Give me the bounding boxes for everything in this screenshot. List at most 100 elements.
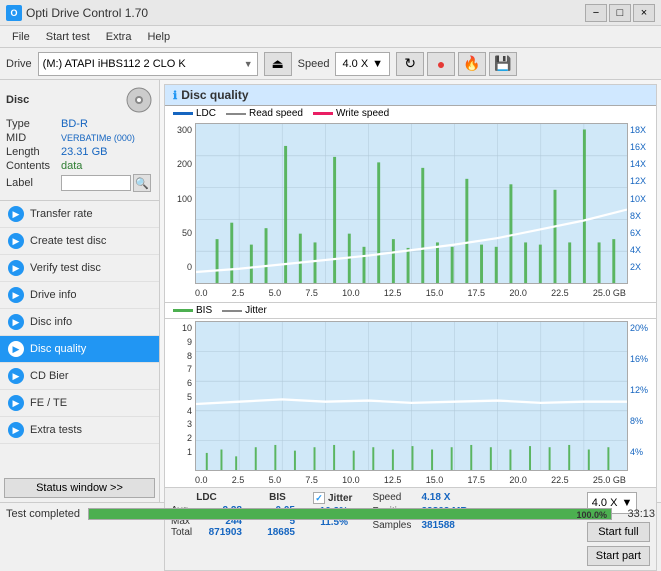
top-y-axis-right: 18X 16X 14X 12X 10X 8X 6X 4X 2X: [628, 123, 656, 284]
read-speed-color: [226, 113, 246, 115]
top-y-axis-left: 300 200 100 50 0: [165, 123, 195, 284]
disc-icon-button[interactable]: ●: [427, 52, 455, 76]
menu-file[interactable]: File: [4, 29, 38, 45]
app-icon: O: [6, 5, 22, 21]
bottom-y-axis-right: 20% 16% 12% 8% 4%: [628, 321, 656, 471]
samples-value: 381588: [421, 520, 454, 531]
progress-text: 100.0%: [576, 509, 607, 521]
minimize-button[interactable]: −: [585, 4, 607, 22]
sidebar-item-transfer-rate[interactable]: ▶ Transfer rate: [0, 201, 159, 228]
sidebar-item-label: Verify test disc: [30, 262, 101, 274]
titlebar-controls: − □ ×: [585, 4, 655, 22]
type-label: Type: [6, 118, 61, 130]
speed-stat-label: Speed: [372, 492, 417, 503]
length-label: Length: [6, 146, 61, 158]
drive-label: Drive: [6, 58, 32, 70]
drivebar-icons: ↻ ● 🔥 💾: [396, 52, 517, 76]
create-test-disc-icon: ▶: [8, 233, 24, 249]
time-text: 33:13: [620, 508, 655, 520]
ldc-header: LDC: [171, 492, 242, 503]
menubar: File Start test Extra Help: [0, 26, 661, 48]
top-x-axis: 0.0 2.5 5.0 7.5 10.0 12.5 15.0 17.5 20.0…: [165, 286, 656, 300]
sidebar-item-fe-te[interactable]: ▶ FE / TE: [0, 390, 159, 417]
action-buttons: 4.0 X ▼ Start full Start part: [587, 492, 650, 566]
ldc-total: 871903: [207, 527, 242, 538]
bottom-chart-area: [195, 321, 628, 471]
bis-header: BIS: [260, 492, 295, 503]
sidebar-item-label: CD Bier: [30, 370, 69, 382]
menu-start-test[interactable]: Start test: [38, 29, 98, 45]
sidebar-item-disc-info[interactable]: ▶ Disc info: [0, 309, 159, 336]
speed-value: 4.0 X: [342, 58, 368, 70]
status-window-button[interactable]: Status window >>: [4, 478, 155, 498]
sidebar-item-extra-tests[interactable]: ▶ Extra tests: [0, 417, 159, 444]
sidebar-item-label: Disc quality: [30, 343, 86, 355]
charts-area: ℹ Disc quality LDC Read speed Write spee…: [164, 84, 657, 571]
label-search-button[interactable]: 🔍: [133, 174, 151, 192]
bottom-chart-legend: BIS Jitter: [165, 302, 656, 318]
chart-title: Disc quality: [181, 88, 248, 102]
start-part-button[interactable]: Start part: [587, 546, 650, 566]
menu-extra[interactable]: Extra: [98, 29, 140, 45]
bis-legend: BIS: [173, 305, 212, 316]
top-chart-legend: LDC Read speed Write speed: [165, 106, 656, 121]
length-value: 23.31 GB: [61, 146, 107, 158]
jitter-label: Jitter: [245, 305, 267, 316]
contents-label: Contents: [6, 160, 61, 172]
drive-select[interactable]: (M:) ATAPI iHBS112 2 CLO K ▼: [38, 52, 258, 76]
bottom-x-axis-labels: 0.0 2.5 5.0 7.5 10.0 12.5 15.0 17.5 20.0…: [195, 473, 626, 487]
sidebar-item-cd-bier[interactable]: ▶ CD Bier: [0, 363, 159, 390]
top-x-axis-labels: 0.0 2.5 5.0 7.5 10.0 12.5 15.0 17.5 20.0…: [195, 286, 626, 300]
cd-bier-icon: ▶: [8, 368, 24, 384]
sidebar-item-disc-quality[interactable]: ▶ Disc quality: [0, 336, 159, 363]
start-full-button[interactable]: Start full: [587, 522, 650, 542]
bis-total: 18685: [260, 527, 295, 538]
progress-bar: [89, 509, 611, 519]
mid-label: MID: [6, 132, 61, 144]
read-speed-label: Read speed: [249, 108, 303, 119]
write-speed-legend: Write speed: [313, 108, 389, 119]
ldc-label: LDC: [196, 108, 216, 119]
sidebar-item-create-test-disc[interactable]: ▶ Create test disc: [0, 228, 159, 255]
burn-button[interactable]: 🔥: [458, 52, 486, 76]
sidebar-menu: ▶ Transfer rate ▶ Create test disc ▶ Ver…: [0, 201, 159, 474]
menu-help[interactable]: Help: [139, 29, 178, 45]
maximize-button[interactable]: □: [609, 4, 631, 22]
disc-quality-icon: ▶: [8, 341, 24, 357]
sidebar: Disc Type BD-R MID VERBATIMe (000) Lengt…: [0, 80, 160, 502]
sidebar-item-label: Transfer rate: [30, 208, 93, 220]
label-input[interactable]: [61, 175, 131, 191]
sidebar-item-verify-test-disc[interactable]: ▶ Verify test disc: [0, 255, 159, 282]
chevron-down-icon: ▼: [244, 59, 253, 69]
speed-select[interactable]: 4.0 X ▼: [335, 52, 390, 76]
drive-select-text: (M:) ATAPI iHBS112 2 CLO K: [43, 58, 244, 70]
eject-button[interactable]: ⏏: [264, 52, 292, 76]
jitter-header: Jitter: [328, 493, 352, 504]
total-label: Total: [171, 527, 201, 538]
transfer-rate-icon: ▶: [8, 206, 24, 222]
verify-test-disc-icon: ▶: [8, 260, 24, 276]
right-panel: ℹ Disc quality LDC Read speed Write spee…: [160, 80, 661, 502]
close-button[interactable]: ×: [633, 4, 655, 22]
sidebar-item-label: Drive info: [30, 289, 76, 301]
titlebar: O Opti Drive Control 1.70 − □ ×: [0, 0, 661, 26]
save-button[interactable]: 💾: [489, 52, 517, 76]
speed-stat-value: 4.18 X: [421, 492, 450, 503]
bottom-y-axis-left: 10 9 8 7 6 5 4 3 2 1: [165, 321, 195, 471]
chevron-down-icon: ▼: [372, 58, 383, 70]
read-speed-legend: Read speed: [226, 108, 303, 119]
status-text: Test completed: [6, 508, 80, 520]
samples-label: Samples: [372, 520, 417, 531]
sidebar-item-drive-info[interactable]: ▶ Drive info: [0, 282, 159, 309]
refresh-button[interactable]: ↻: [396, 52, 424, 76]
ldc-color: [173, 112, 193, 115]
sidebar-item-label: Extra tests: [30, 424, 82, 436]
jitter-legend: Jitter: [222, 305, 267, 316]
sidebar-item-label: FE / TE: [30, 397, 67, 409]
jitter-color: [222, 310, 242, 312]
jitter-checkbox[interactable]: ✓: [313, 492, 325, 504]
fe-te-icon: ▶: [8, 395, 24, 411]
titlebar-title: Opti Drive Control 1.70: [26, 6, 148, 20]
type-value: BD-R: [61, 118, 88, 130]
sidebar-item-label: Create test disc: [30, 235, 106, 247]
